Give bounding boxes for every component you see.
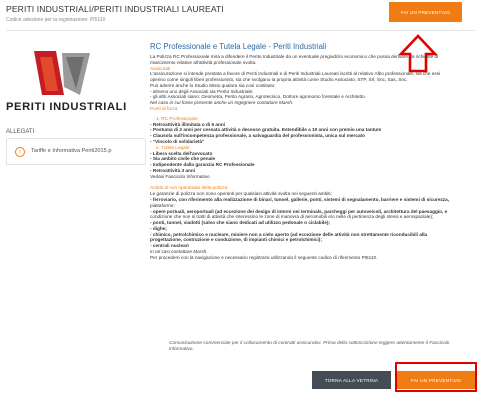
product-description: La Polizza RC Professionale mira a difen… [150, 54, 480, 261]
registration-code: Codice adesione per la registrazione: PI… [6, 17, 106, 23]
periti-logo [34, 51, 90, 95]
product-title: RC Professionale e Tutela Legale - Perit… [150, 42, 327, 51]
disclaimer-note: Comunicazione commerciale per il colloca… [169, 341, 450, 352]
attachment-item[interactable]: i Tariffe e Informativa Periti2015.p [6, 138, 146, 165]
back-to-showcase-button[interactable]: TORNA ALLA VETRINA [312, 371, 391, 389]
attachment-link[interactable]: Tariffe e Informativa Periti2015.p [31, 148, 111, 154]
quote-button-top[interactable]: FAI UN PREVENTIVO [389, 2, 462, 22]
text-line: Per procedere con la navigazione e neces… [150, 254, 378, 260]
highlight-box-annotation [395, 362, 477, 392]
text-line: La Polizza RC Professionale mira a difen… [150, 54, 439, 59]
info-icon: i [15, 147, 25, 157]
attachments-heading: ALLEGATI [6, 129, 35, 135]
text-line: - ferroviario, con riferimento alla real… [150, 196, 450, 202]
page-title: PERITI INDUSTRIALI/PERITI INDUSTRIALI LA… [6, 4, 224, 14]
header-divider [6, 30, 476, 31]
brand-name: PERITI INDUSTRIALI [6, 101, 127, 113]
